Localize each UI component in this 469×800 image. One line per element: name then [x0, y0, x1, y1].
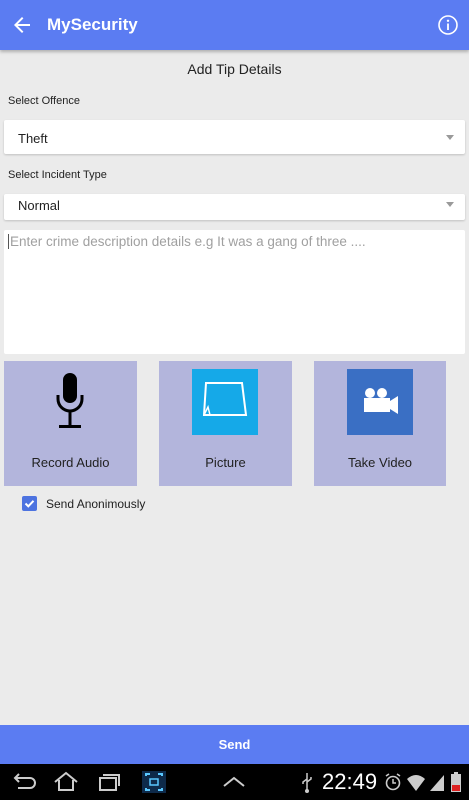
app-title: MySecurity: [47, 15, 138, 34]
chevron-up-icon[interactable]: [220, 770, 248, 794]
system-nav-bar: 22:49: [0, 764, 469, 800]
microphone-icon: [56, 373, 84, 428]
battery-icon: [451, 772, 461, 792]
back-icon[interactable]: [10, 770, 38, 794]
description-field[interactable]: Enter crime description details e.g It w…: [4, 230, 465, 354]
chevron-down-icon: [446, 202, 454, 207]
alarm-icon: [385, 773, 401, 791]
offence-select[interactable]: Theft: [4, 120, 465, 154]
back-arrow-icon[interactable]: [10, 13, 34, 37]
chevron-down-icon: [446, 135, 454, 140]
take-video-label: Take Video: [347, 455, 413, 470]
checkmark-icon: [24, 500, 35, 508]
send-anonymously-label: Send Anonimously: [46, 497, 146, 511]
usb-icon: [302, 773, 312, 793]
page-title: Add Tip Details: [187, 61, 282, 77]
send-anonymously-checkbox[interactable]: [22, 496, 37, 511]
send-button[interactable]: Send: [0, 725, 469, 764]
home-icon[interactable]: [52, 770, 80, 794]
take-video-button[interactable]: Take Video: [314, 361, 446, 486]
incident-selected-value: Normal: [18, 198, 60, 213]
info-icon[interactable]: [437, 14, 459, 36]
incident-type-select[interactable]: Normal: [4, 194, 465, 220]
recent-apps-icon[interactable]: [94, 770, 122, 794]
description-placeholder: Enter crime description details e.g It w…: [8, 234, 366, 249]
screenshot-icon[interactable]: [140, 770, 168, 794]
incident-type-label: Select Incident Type: [8, 169, 107, 181]
record-audio-label: Record Audio: [31, 455, 110, 470]
video-camera-icon: [347, 369, 413, 435]
offence-label: Select Offence: [8, 95, 80, 107]
record-audio-button[interactable]: Record Audio: [4, 361, 137, 486]
signal-icon: [430, 775, 444, 791]
picture-button[interactable]: Picture: [159, 361, 292, 486]
picture-label: Picture: [205, 455, 246, 470]
wifi-icon: [407, 775, 425, 791]
offence-selected-value: Theft: [18, 131, 48, 146]
clock: 22:49: [322, 769, 378, 794]
app-bar: MySecurity: [0, 0, 469, 50]
picture-icon: [192, 369, 258, 435]
